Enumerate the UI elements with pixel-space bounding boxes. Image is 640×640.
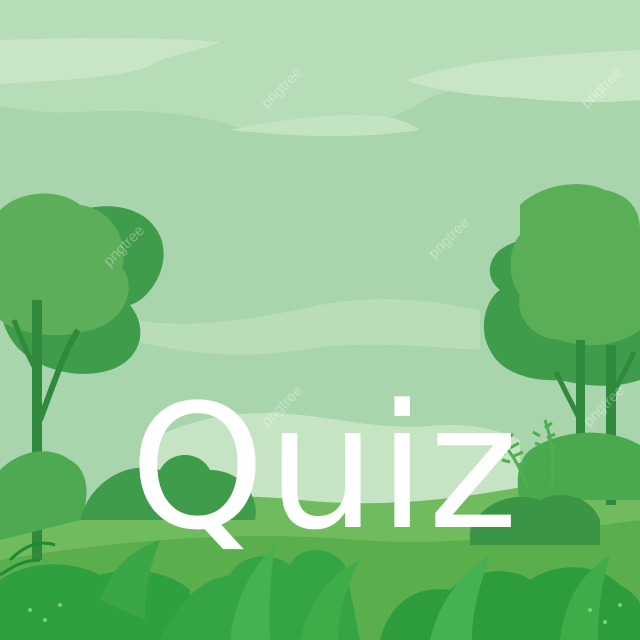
quiz-background-scene: Quiz pngtree pngtree pngtree pngtree png… — [0, 0, 640, 640]
quiz-title: Quiz — [129, 367, 521, 568]
